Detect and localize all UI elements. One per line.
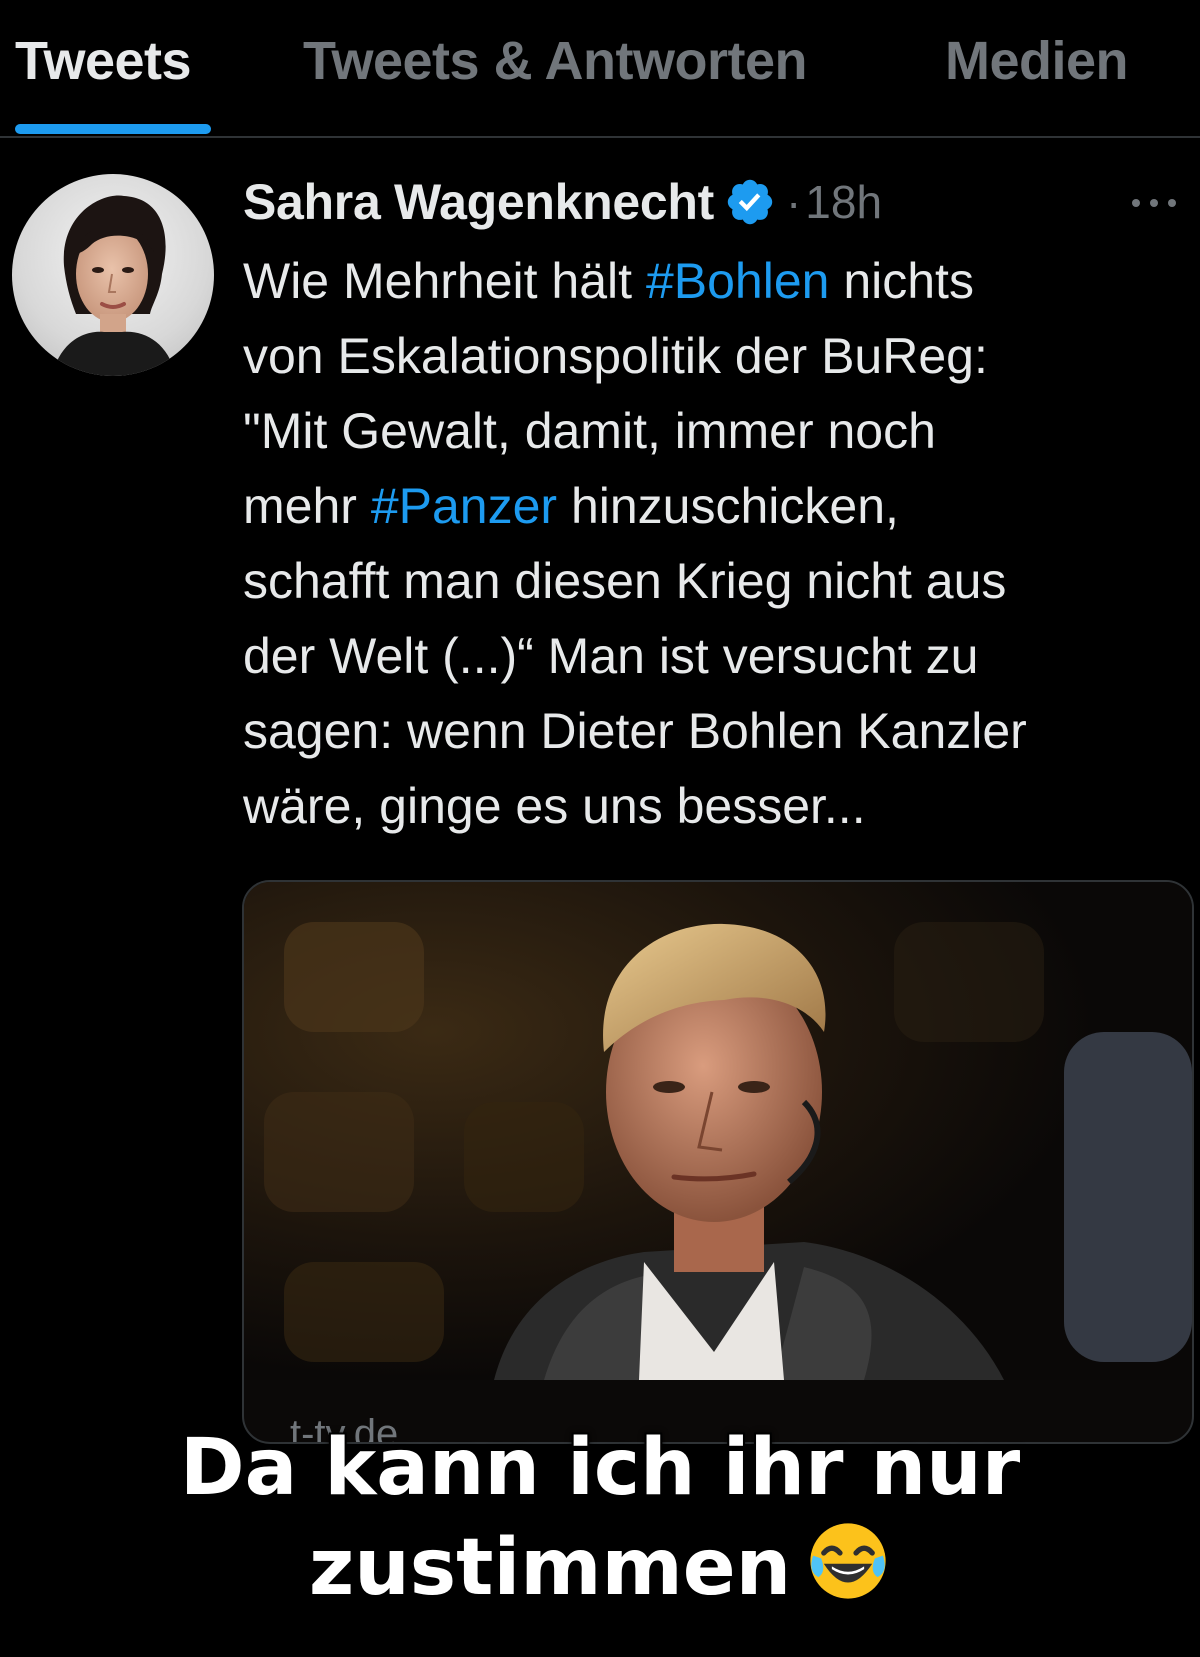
- tweet-text-segment: nichts: [829, 253, 974, 309]
- tab-tweets-and-replies[interactable]: Tweets & Antworten: [303, 30, 808, 92]
- verified-badge-icon: [724, 176, 776, 228]
- caption-line-2-wrap: zustimmen: [0, 1518, 1200, 1618]
- tweet-text-segment: wäre, ginge es uns besser...: [243, 778, 866, 834]
- tweet-text-segment: der Welt (...)“ Man ist versucht zu: [243, 628, 979, 684]
- hashtag-link[interactable]: #Bohlen: [646, 253, 830, 309]
- tweet-text-line: Wie Mehrheit hält #Bohlen nichts: [243, 244, 1188, 319]
- tweet-text-line: schafft man diesen Krieg nicht aus: [243, 544, 1188, 619]
- tweet-text-line: mehr #Panzer hinzuschicken,: [243, 469, 1188, 544]
- tab-tweets[interactable]: Tweets: [15, 30, 192, 92]
- media-photo[interactable]: [244, 882, 1192, 1380]
- avatar[interactable]: [12, 174, 214, 376]
- hashtag-link[interactable]: #Panzer: [371, 478, 557, 534]
- tweet-text-segment: schafft man diesen Krieg nicht aus: [243, 553, 1007, 609]
- tweet-text-line: der Welt (...)“ Man ist versucht zu: [243, 619, 1188, 694]
- tweet-text-segment: von Eskalationspolitik der BuReg:: [243, 328, 988, 384]
- tweet-text-line: wäre, ginge es uns besser...: [243, 769, 1188, 844]
- more-horizontal-icon[interactable]: [1132, 196, 1176, 210]
- tweet-text-segment: Wie Mehrheit hält: [243, 253, 646, 309]
- story-caption: Da kann ich ihr nur zustimmen: [0, 1418, 1200, 1618]
- header-separator: ·: [785, 176, 802, 228]
- face-with-tears-of-joy-icon: [805, 1518, 891, 1604]
- author-name[interactable]: Sahra Wagenknecht: [243, 173, 714, 231]
- profile-tabs: Tweets Tweets & Antworten Medien: [0, 0, 1200, 138]
- tweet-text-segment: sagen: wenn Dieter Bohlen Kanzler: [243, 703, 1027, 759]
- active-tab-indicator: [15, 124, 211, 134]
- tweet-text-segment: "Mit Gewalt, damit, immer noch: [243, 403, 936, 459]
- tweet-text-line: sagen: wenn Dieter Bohlen Kanzler: [243, 694, 1188, 769]
- tweet-media-card[interactable]: t-tv.de: [242, 880, 1194, 1444]
- tweet-timestamp[interactable]: 18h: [805, 175, 882, 229]
- caption-line-1: Da kann ich ihr nur: [179, 1423, 1021, 1513]
- tweet-text-line: "Mit Gewalt, damit, immer noch: [243, 394, 1188, 469]
- tweet-text: Wie Mehrheit hält #Bohlen nichts von Eska…: [243, 244, 1188, 844]
- caption-line-2: zustimmen: [308, 1523, 792, 1613]
- tab-media[interactable]: Medien: [945, 30, 1129, 92]
- tweet-header: Sahra Wagenknecht · 18h: [243, 172, 882, 232]
- tweet-text-line: von Eskalationspolitik der BuReg:: [243, 319, 1188, 394]
- tweet-text-segment: mehr: [243, 478, 371, 534]
- tweet-text-segment: hinzuschicken,: [557, 478, 899, 534]
